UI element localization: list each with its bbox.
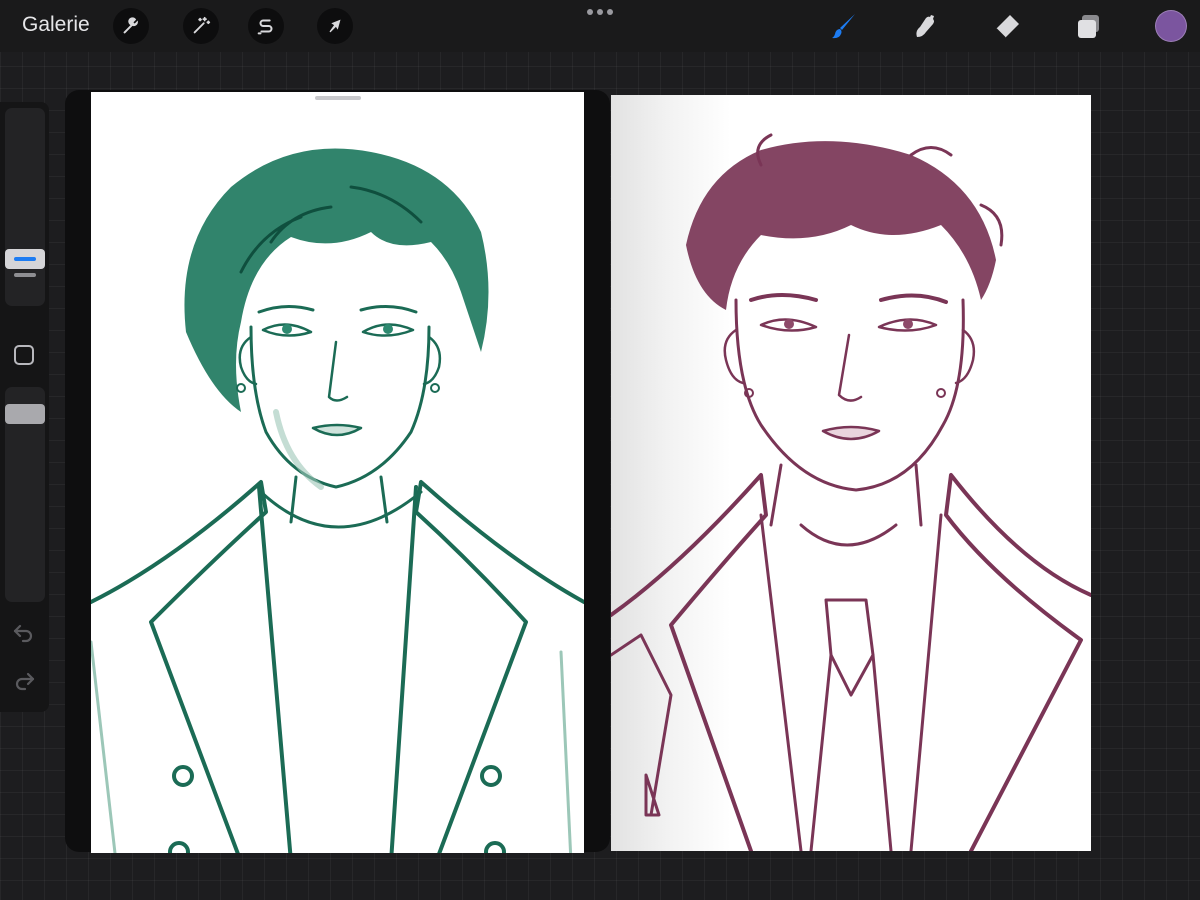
canvas-right-maroon-portrait[interactable] <box>611 95 1091 851</box>
more-dots-icon[interactable] <box>587 9 613 17</box>
canvas-left-green-portrait[interactable] <box>91 92 584 853</box>
undo-arrow-icon[interactable] <box>11 620 37 644</box>
eraser-icon[interactable] <box>989 8 1025 44</box>
square-modify-icon[interactable] <box>14 345 34 365</box>
magic-wand-icon[interactable] <box>183 8 219 44</box>
wrench-icon[interactable] <box>113 8 149 44</box>
green-portrait-drawing <box>91 148 584 853</box>
size-slider-thumb[interactable] <box>5 249 45 269</box>
color-picker-button[interactable] <box>1155 10 1187 42</box>
redo-arrow-icon[interactable] <box>11 668 37 692</box>
left-sidebar <box>0 102 49 712</box>
canvas-drag-handle[interactable] <box>315 96 361 100</box>
selection-s-icon[interactable] <box>248 8 284 44</box>
smudge-icon[interactable] <box>907 8 943 44</box>
arrow-cursor-icon[interactable] <box>317 8 353 44</box>
top-toolbar: Galerie <box>0 0 1200 52</box>
size-slider-indicator <box>14 273 36 277</box>
brush-icon[interactable] <box>826 8 862 44</box>
opacity-slider-thumb[interactable] <box>5 404 45 424</box>
maroon-portrait-drawing <box>611 133 1091 851</box>
gallery-button[interactable]: Galerie <box>22 13 90 37</box>
layers-icon[interactable] <box>1071 8 1107 44</box>
